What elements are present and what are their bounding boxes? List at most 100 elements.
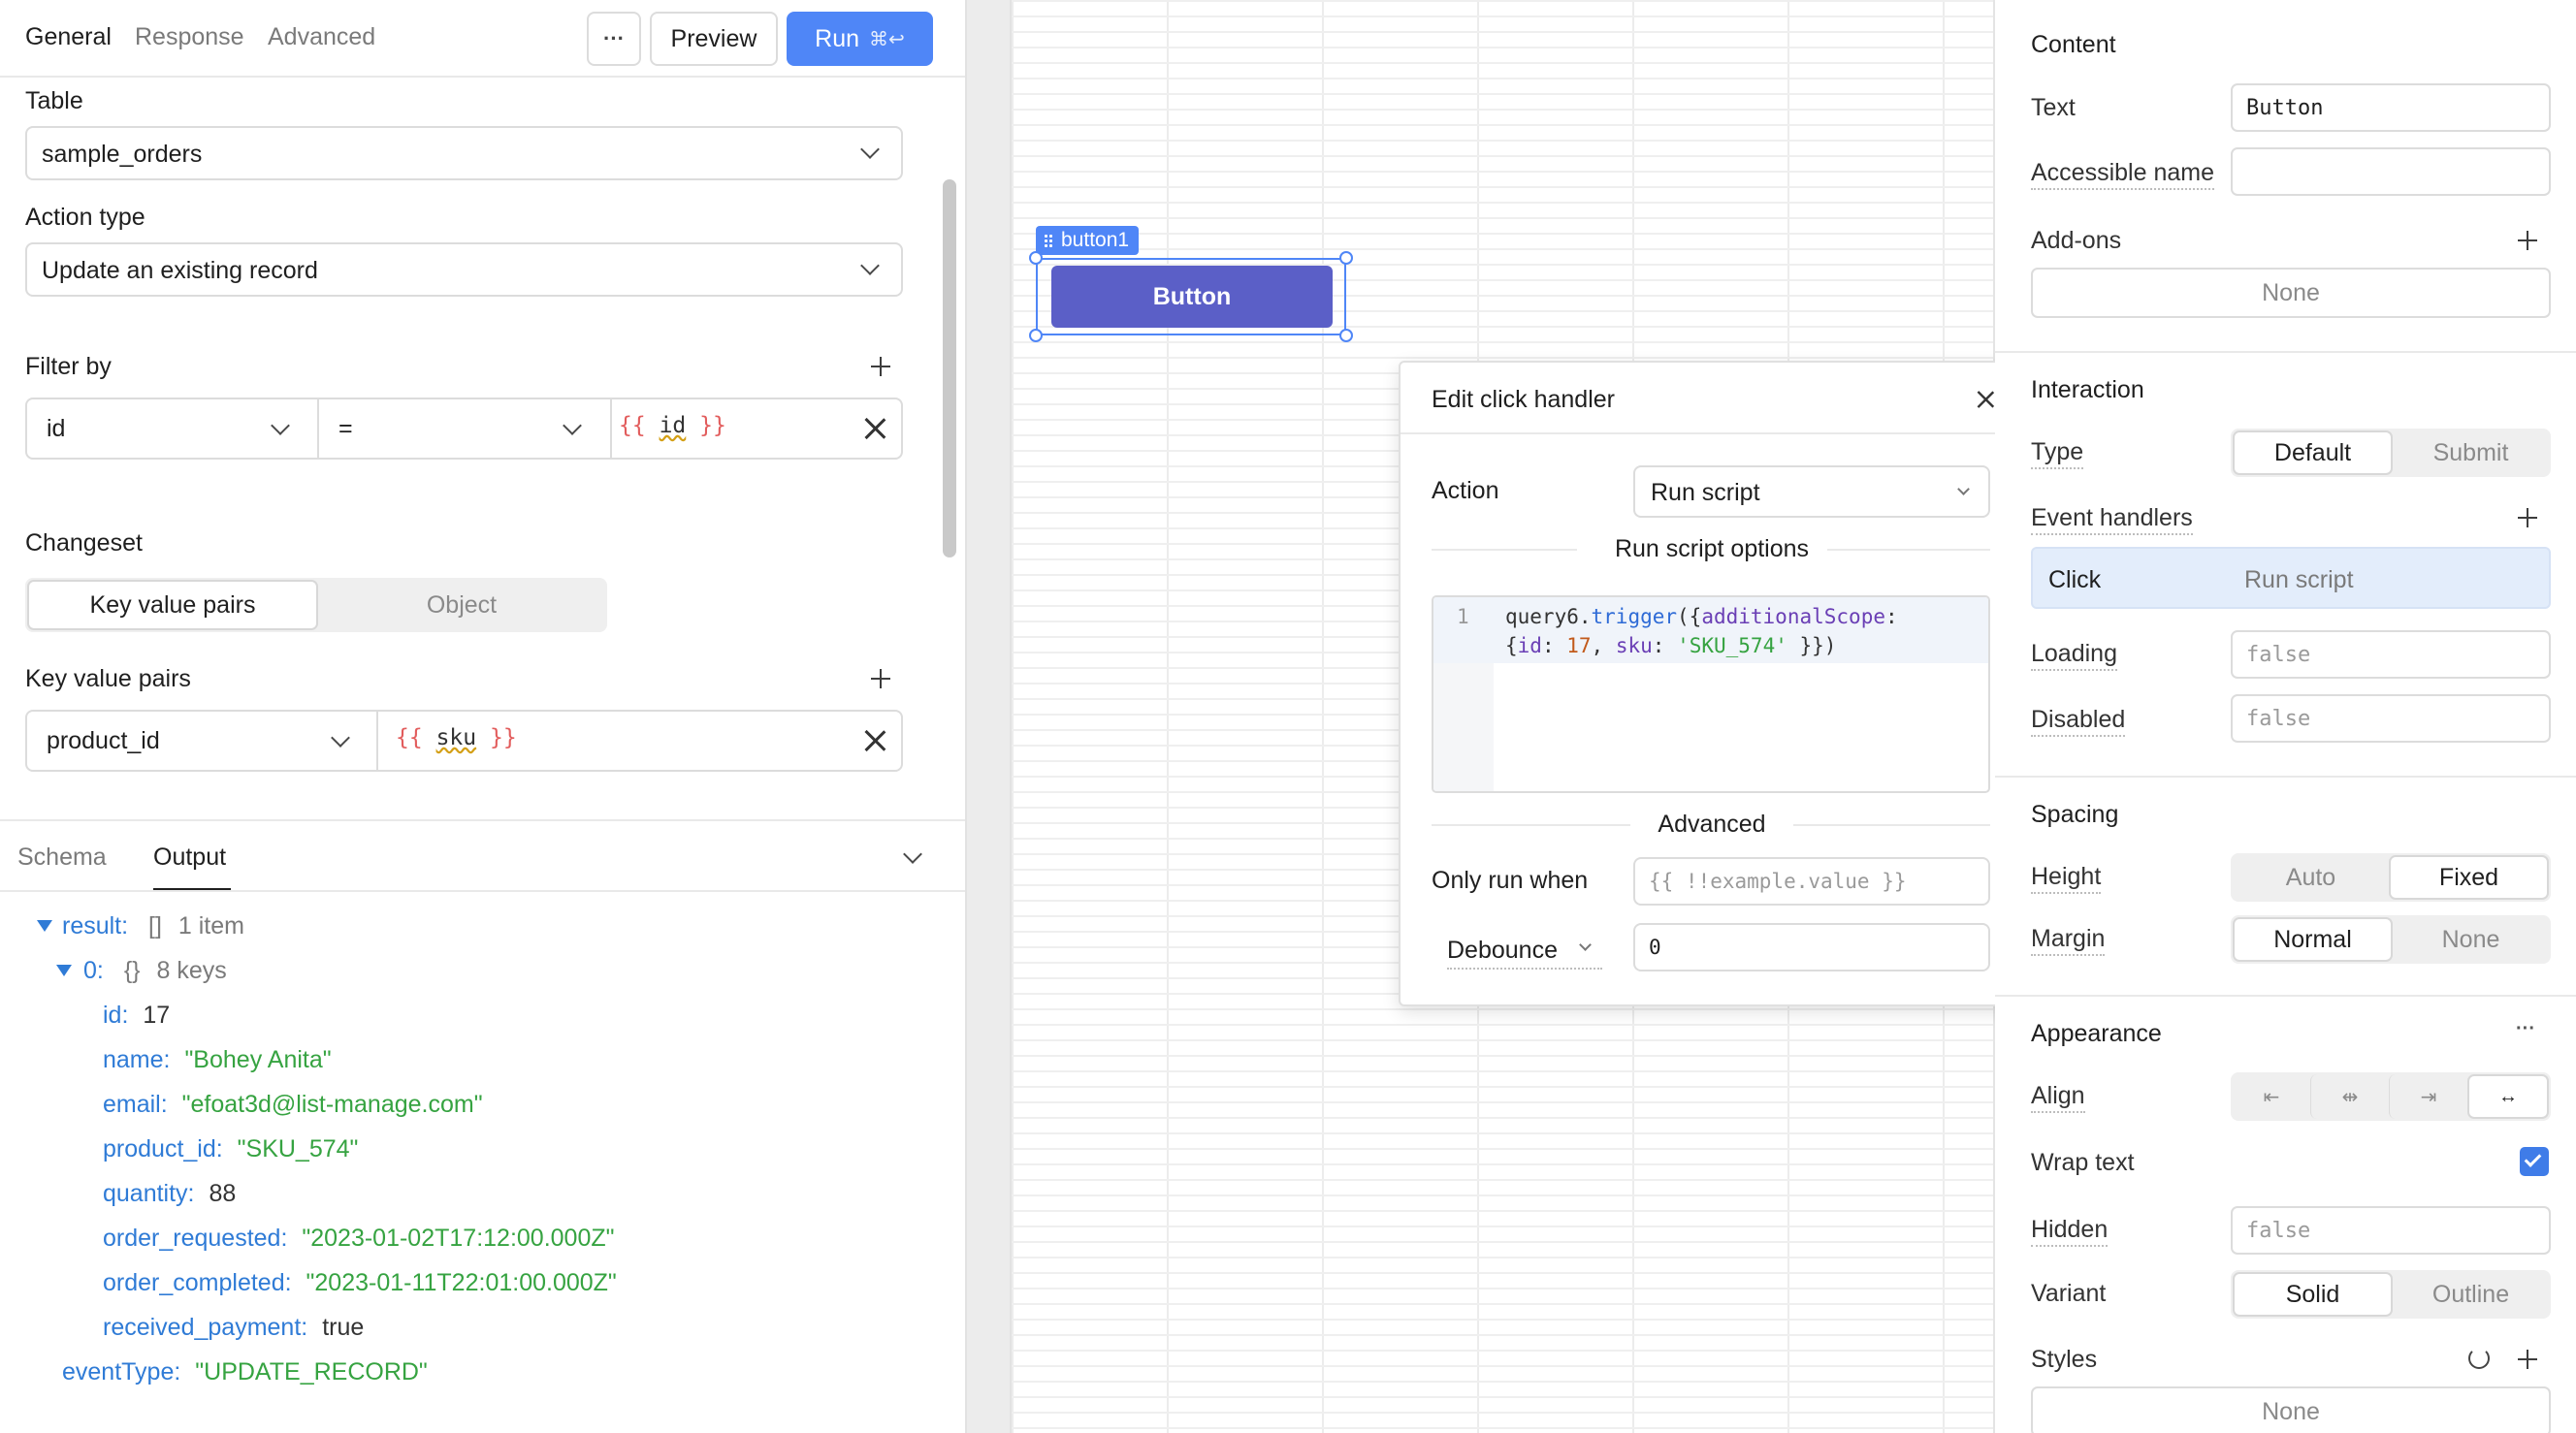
type-option-default[interactable]: Default [2233, 430, 2393, 475]
canvas-button[interactable]: Button [1051, 266, 1333, 328]
variant-label: Variant [2031, 1280, 2107, 1307]
more-button[interactable]: ··· [587, 12, 641, 66]
margin-option-normal[interactable]: Normal [2233, 917, 2393, 962]
tree-row: email: "efoat3d@list-manage.com" [103, 1091, 617, 1135]
tab-schema[interactable]: Schema [17, 844, 107, 872]
event-handler-row[interactable]: Click Run script [2031, 547, 2551, 609]
filter-column-value: id [47, 415, 66, 442]
output-tabs-divider [0, 890, 965, 892]
type-option-submit[interactable]: Submit [2393, 430, 2549, 475]
table-label: Table [25, 87, 83, 114]
height-option-auto[interactable]: Auto [2233, 855, 2389, 900]
chevron-down-icon [1579, 939, 1592, 951]
template-close: }} [489, 725, 517, 750]
script-editor[interactable]: 1 query6.trigger({additionalScope: {id: … [1432, 595, 1990, 793]
tab-response[interactable]: Response [135, 23, 244, 51]
only-run-input[interactable]: {{ !!example.value }} [1633, 857, 1990, 906]
preview-button[interactable]: Preview [650, 12, 778, 66]
align-stretch-icon[interactable]: ↔ [2467, 1074, 2549, 1119]
filter-operator-select[interactable]: = [319, 399, 612, 458]
add-filter-icon[interactable] [871, 357, 890, 376]
appearance-title: Appearance [2031, 1020, 2162, 1047]
action-select[interactable]: Run script [1633, 465, 1990, 518]
line-number: 1 [1457, 605, 1469, 628]
tab-advanced[interactable]: Advanced [268, 23, 375, 51]
align-toggle: ⇤ ⇹ ⇥ ↔ [2231, 1072, 2551, 1121]
kv-key-select[interactable]: product_id [27, 712, 378, 770]
advanced-rule-left [1432, 824, 1630, 826]
debounce-select[interactable]: Debounce [1447, 931, 1602, 970]
appearance-more-button[interactable]: ··· [2516, 1018, 2535, 1040]
add-addon-icon[interactable] [2518, 231, 2537, 250]
filter-value-input[interactable]: {{ id }} [619, 413, 726, 438]
action-label: Action [1432, 477, 1499, 504]
changeset-option-kv[interactable]: Key value pairs [27, 580, 318, 630]
field-value: "SKU_574" [237, 1135, 359, 1162]
tree-row-result[interactable]: result: [] 1 item [37, 912, 244, 940]
accessible-name-input[interactable] [2231, 147, 2551, 196]
field-value: true [322, 1314, 365, 1341]
loading-input[interactable]: false [2231, 630, 2551, 679]
addons-box[interactable]: None [2031, 268, 2551, 318]
options-rule-left [1432, 549, 1577, 551]
click-handler-popover: Edit click handler Action Run script Run… [1399, 361, 2021, 1006]
result-count: 1 item [177, 912, 244, 939]
addons-label: Add-ons [2031, 227, 2122, 254]
tree-row: quantity: 88 [103, 1180, 617, 1225]
resize-handle[interactable] [1029, 329, 1043, 342]
variant-option-outline[interactable]: Outline [2393, 1272, 2549, 1317]
resize-handle[interactable] [1029, 251, 1043, 265]
align-center-icon[interactable]: ⇹ [2310, 1074, 2389, 1119]
add-kv-icon[interactable] [871, 669, 890, 688]
code-token: id [1517, 634, 1542, 657]
remove-kv-icon[interactable] [863, 729, 886, 752]
debounce-input[interactable]: 0 [1633, 923, 1990, 971]
wrap-text-checkbox[interactable] [2520, 1147, 2549, 1176]
tab-general[interactable]: General [25, 23, 112, 51]
filter-column-select[interactable]: id [27, 399, 319, 458]
resize-handle[interactable] [1339, 329, 1353, 342]
code-token: additionalScope [1701, 605, 1885, 628]
styles-label: Styles [2031, 1346, 2098, 1373]
kv-value-input[interactable]: {{ sku }} [396, 725, 517, 750]
code-line-2: {id: 17, sku: 'SKU_574' }}) [1505, 634, 1836, 657]
code-token: 17 [1566, 634, 1592, 657]
code-token: : [1652, 634, 1678, 657]
item-count: 8 keys [156, 957, 227, 984]
resize-handle[interactable] [1339, 251, 1353, 265]
panel-splitter[interactable] [965, 0, 1012, 1433]
variant-option-solid[interactable]: Solid [2233, 1272, 2393, 1317]
editor-scrollbar[interactable] [943, 179, 956, 557]
add-event-handler-icon[interactable] [2518, 508, 2537, 527]
reset-styles-icon[interactable] [2468, 1348, 2490, 1369]
collapse-output-icon[interactable] [903, 844, 922, 864]
styles-box[interactable]: None [2031, 1386, 2551, 1433]
table-select[interactable]: sample_orders [25, 126, 903, 180]
field-key: id: [103, 1002, 129, 1029]
hidden-input[interactable]: false [2231, 1206, 2551, 1255]
height-option-fixed[interactable]: Fixed [2389, 855, 2549, 900]
align-left-icon[interactable]: ⇤ [2233, 1074, 2310, 1119]
disabled-input[interactable]: false [2231, 694, 2551, 743]
remove-filter-icon[interactable] [863, 417, 886, 440]
kv-label: Key value pairs [25, 665, 191, 692]
close-icon[interactable] [1976, 390, 1994, 408]
tab-output[interactable]: Output [153, 844, 226, 872]
result-type: [] [148, 912, 162, 939]
chevron-down-icon [860, 140, 880, 159]
field-value: "Bohey Anita" [184, 1046, 332, 1073]
tree-row-item[interactable]: 0: {} 8 keys [56, 957, 227, 985]
changeset-option-object[interactable]: Object [318, 580, 605, 630]
code-token: }}) [1787, 634, 1837, 657]
text-input[interactable]: Button [2231, 83, 2551, 132]
component-tag[interactable]: button1 [1036, 226, 1140, 255]
margin-option-none[interactable]: None [2393, 917, 2549, 962]
margin-label: Margin [2031, 925, 2106, 956]
run-button[interactable]: Run ⌘↩ [787, 12, 933, 66]
chevron-down-icon [331, 728, 350, 748]
align-right-icon[interactable]: ⇥ [2389, 1074, 2467, 1119]
options-rule-right [1827, 549, 1990, 551]
add-style-icon[interactable] [2518, 1350, 2537, 1369]
tree-row: order_completed: "2023-01-11T22:01:00.00… [103, 1269, 617, 1314]
action-type-select[interactable]: Update an existing record [25, 242, 903, 297]
